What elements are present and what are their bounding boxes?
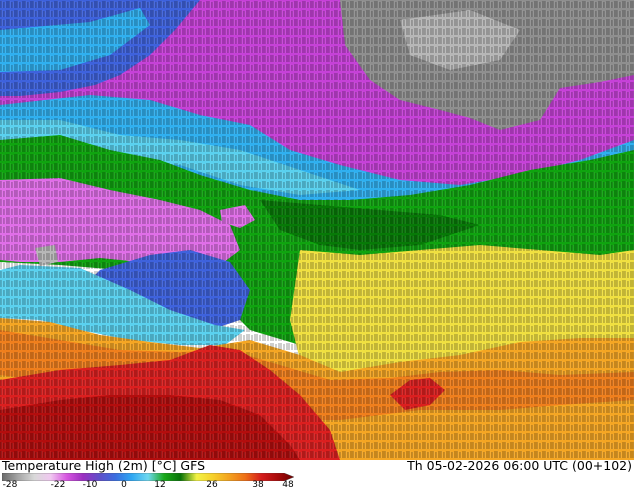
map-footer: Temperature High (2m) [°C] GFS Th 05-02-… xyxy=(0,458,634,490)
temperature-map xyxy=(0,0,634,460)
label-texture-light xyxy=(0,0,634,460)
color-legend-tick: 0 xyxy=(121,480,127,490)
color-legend-tick: 12 xyxy=(154,480,166,490)
map-canvas xyxy=(0,0,634,460)
color-legend-tick: 48 xyxy=(282,480,294,490)
color-legend-tick: -10 xyxy=(82,480,98,490)
color-legend-bar xyxy=(2,473,294,481)
color-legend-tick: -28 xyxy=(2,480,18,490)
color-legend-gradient xyxy=(2,473,294,481)
color-legend-tick: -22 xyxy=(50,480,66,490)
color-legend-tick: 38 xyxy=(252,480,264,490)
forecast-timestamp: Th 05-02-2026 06:00 UTC (00+102) xyxy=(407,458,632,473)
color-legend-tick: 26 xyxy=(206,480,218,490)
map-title: Temperature High (2m) [°C] GFS xyxy=(2,458,206,473)
